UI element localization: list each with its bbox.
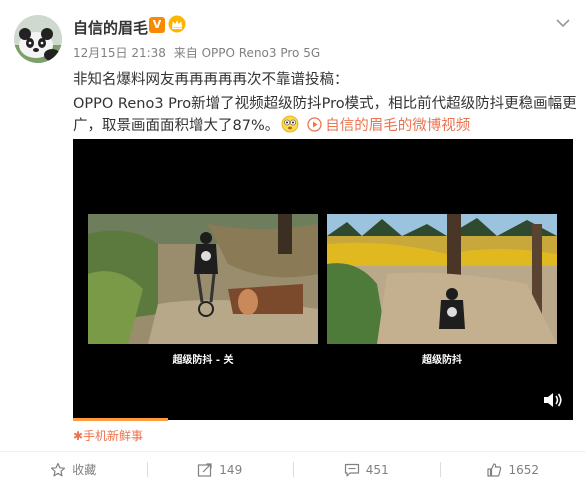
like-button[interactable]: 1652 xyxy=(439,452,586,487)
video-player[interactable]: 超级防抖 - 关 超级防抖 xyxy=(73,139,573,420)
repost-button[interactable]: 149 xyxy=(146,452,294,487)
comment-count: 451 xyxy=(365,462,389,477)
like-count: 1652 xyxy=(508,462,540,477)
post-text-line-3-text: 广，取景画面面积增大了87%。 xyxy=(73,118,280,134)
repost-count: 149 xyxy=(219,462,243,477)
crown-icon[interactable] xyxy=(168,15,186,33)
action-bar: 收藏 149 451 1652 xyxy=(0,452,586,487)
caption-stabilization-on: 超级防抖 xyxy=(422,355,462,366)
video-play-icon[interactable] xyxy=(307,117,322,132)
video-progress-bar[interactable] xyxy=(73,418,168,421)
chevron-down-icon[interactable] xyxy=(556,18,570,28)
post-text-line-1: 非知名爆料网友再再再再再次不靠谱投稿： xyxy=(73,72,349,88)
comment-button[interactable]: 451 xyxy=(293,452,440,487)
video-source-text[interactable]: ✱手机新鲜事 xyxy=(73,429,143,443)
caption-stabilization-off: 超级防抖 - 关 xyxy=(172,355,234,366)
emoji-face-icon xyxy=(281,115,299,133)
video-source-link[interactable]: ✱手机新鲜事 xyxy=(73,427,143,444)
verified-badge-icon: V xyxy=(149,17,165,33)
video-frame-left xyxy=(88,214,318,344)
avatar[interactable] xyxy=(14,15,62,63)
username[interactable]: 自信的眉毛 xyxy=(73,17,148,38)
video-link[interactable]: 自信的眉毛的微博视频 xyxy=(325,118,470,134)
volume-icon[interactable] xyxy=(543,392,563,408)
favorite-button[interactable]: 收藏 xyxy=(0,452,147,487)
repost-icon xyxy=(198,462,212,477)
like-icon xyxy=(487,462,502,477)
post-text-line-3: 广，取景画面面积增大了87%。 自信的眉毛的微博视频 xyxy=(73,114,470,135)
comment-icon xyxy=(344,463,359,477)
weibo-post-card: 自信的眉毛 V 12月15日 21:38 来自 OPPO Reno3 Pro 5… xyxy=(0,0,586,487)
timestamp[interactable]: 12月15日 21:38 xyxy=(73,46,166,60)
post-meta: 12月15日 21:38 来自 OPPO Reno3 Pro 5G xyxy=(73,44,324,61)
favorite-label: 收藏 xyxy=(72,463,97,477)
post-text-line-2: OPPO Reno3 Pro新增了视频超级防抖Pro模式，相比前代超级防抖更稳画… xyxy=(73,96,577,112)
post-source[interactable]: 来自 OPPO Reno3 Pro 5G xyxy=(174,46,320,60)
star-icon xyxy=(51,462,66,476)
video-frame-right xyxy=(327,214,557,344)
